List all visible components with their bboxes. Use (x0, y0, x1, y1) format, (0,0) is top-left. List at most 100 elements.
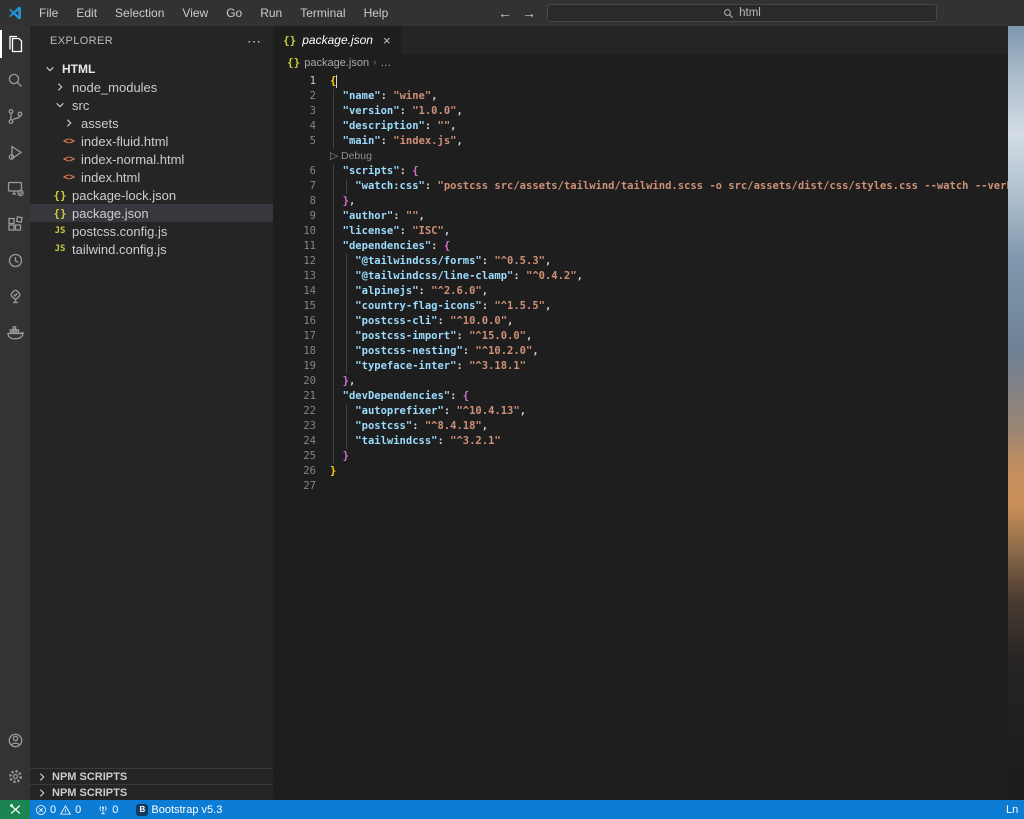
bootstrap-indicator[interactable]: B Bootstrap v5.3 (131, 800, 227, 819)
activity-docker-icon[interactable] (0, 314, 30, 350)
code-text[interactable]: "license": "ISC", (330, 224, 450, 239)
code-text[interactable]: "@tailwindcss/line-clamp": "^0.4.2", (330, 269, 583, 284)
code-text[interactable]: }, (330, 194, 355, 209)
code-line[interactable]: 26} (273, 464, 1008, 479)
tree-item-tailwind-config-js[interactable]: JStailwind.config.js (30, 240, 273, 258)
activity-testing-icon[interactable] (0, 278, 30, 314)
tree-item-package-lock-json[interactable]: {}package-lock.json (30, 186, 273, 204)
code-line[interactable]: 18 "postcss-nesting": "^10.2.0", (273, 344, 1008, 359)
code-text[interactable]: "scripts": { (330, 164, 419, 179)
code-text[interactable]: "version": "1.0.0", (330, 104, 463, 119)
menu-selection[interactable]: Selection (106, 0, 173, 26)
code-text[interactable]: "main": "index.js", (330, 134, 463, 149)
code-text[interactable]: "description": "", (330, 119, 456, 134)
menu-terminal[interactable]: Terminal (291, 0, 354, 26)
section-npm-scripts-2[interactable]: NPM SCRIPTS (30, 784, 273, 800)
section-npm-scripts-1[interactable]: NPM SCRIPTS (30, 768, 273, 784)
tree-item-index-normal-html[interactable]: <>index-normal.html (30, 150, 273, 168)
code-text[interactable]: "@tailwindcss/forms": "^0.5.3", (330, 254, 551, 269)
activity-search-icon[interactable] (0, 62, 30, 98)
tree-item-assets[interactable]: assets (30, 114, 273, 132)
code-text[interactable]: "devDependencies": { (330, 389, 469, 404)
activity-history-icon[interactable] (0, 242, 30, 278)
code-line[interactable]: 2 "name": "wine", (273, 89, 1008, 104)
code-line[interactable]: 4 "description": "", (273, 119, 1008, 134)
code-line[interactable]: 13 "@tailwindcss/line-clamp": "^0.4.2", (273, 269, 1008, 284)
activity-extensions-icon[interactable] (0, 206, 30, 242)
code-line[interactable]: 14 "alpinejs": "^2.6.0", (273, 284, 1008, 299)
tree-item-postcss-config-js[interactable]: JSpostcss.config.js (30, 222, 273, 240)
code-text[interactable]: "tailwindcss": "^3.2.1" (330, 434, 501, 449)
close-icon[interactable]: × (383, 33, 391, 48)
code-line[interactable]: 17 "postcss-import": "^15.0.0", (273, 329, 1008, 344)
activity-source-control-icon[interactable] (0, 98, 30, 134)
code-line[interactable]: 8 }, (273, 194, 1008, 209)
code-text[interactable]: "alpinejs": "^2.6.0", (330, 284, 488, 299)
breadcrumb-file[interactable]: package.json (304, 57, 369, 69)
code-line[interactable]: 7 "watch:css": "postcss src/assets/tailw… (273, 179, 1008, 194)
code-text[interactable]: { (330, 74, 337, 89)
code-line[interactable]: 25 } (273, 449, 1008, 464)
codelens-row[interactable]: ▷ Debug (273, 149, 1008, 164)
code-text[interactable]: "author": "", (330, 209, 425, 224)
menu-file[interactable]: File (30, 0, 67, 26)
code-line[interactable]: 15 "country-flag-icons": "^1.5.5", (273, 299, 1008, 314)
command-center-search[interactable]: html (547, 4, 937, 22)
activity-remote-explorer-icon[interactable] (0, 170, 30, 206)
code-line[interactable]: 3 "version": "1.0.0", (273, 104, 1008, 119)
breadcrumb[interactable]: {} package.json › … (273, 54, 1008, 71)
menu-help[interactable]: Help (355, 0, 398, 26)
tree-item-src[interactable]: src (30, 96, 273, 114)
code-text[interactable]: }, (330, 374, 355, 389)
code-line[interactable]: 20 }, (273, 374, 1008, 389)
code-line[interactable]: 6 "scripts": { (273, 164, 1008, 179)
code-text[interactable]: "dependencies": { (330, 239, 450, 254)
activity-run-and-debug-icon[interactable] (0, 134, 30, 170)
code-line[interactable]: 11 "dependencies": { (273, 239, 1008, 254)
code-text[interactable]: "postcss-nesting": "^10.2.0", (330, 344, 539, 359)
code-text[interactable]: "watch:css": "postcss src/assets/tailwin… (330, 179, 1008, 194)
tree-item-html[interactable]: HTML (30, 60, 273, 78)
activity-explorer-icon[interactable] (0, 26, 30, 62)
code-text[interactable]: "country-flag-icons": "^1.5.5", (330, 299, 551, 314)
activity-accounts-icon[interactable] (0, 722, 30, 758)
activity-settings-icon[interactable] (0, 758, 30, 794)
code-text[interactable]: "typeface-inter": "^3.18.1" (330, 359, 526, 374)
code-text[interactable]: "autoprefixer": "^10.4.13", (330, 404, 526, 419)
problems-indicator[interactable]: 0 0 (30, 800, 86, 819)
code-text[interactable]: } (330, 449, 349, 464)
menu-view[interactable]: View (173, 0, 217, 26)
nav-forward-icon[interactable]: → (522, 5, 536, 21)
ellipsis-icon[interactable]: ⋯ (247, 36, 261, 46)
code-text[interactable]: "postcss": "^8.4.18", (330, 419, 488, 434)
code-line[interactable]: 24 "tailwindcss": "^3.2.1" (273, 434, 1008, 449)
nav-back-icon[interactable]: ← (498, 5, 512, 21)
remote-indicator[interactable] (0, 800, 30, 819)
menu-edit[interactable]: Edit (67, 0, 106, 26)
codelens-debug[interactable]: ▷ Debug (316, 149, 372, 164)
code-text[interactable]: "postcss-cli": "^10.0.0", (330, 314, 513, 329)
breadcrumb-more[interactable]: … (380, 57, 391, 69)
ports-indicator[interactable]: 0 (92, 800, 123, 819)
code-line[interactable]: 16 "postcss-cli": "^10.0.0", (273, 314, 1008, 329)
menu-go[interactable]: Go (217, 0, 251, 26)
code-line[interactable]: 12 "@tailwindcss/forms": "^0.5.3", (273, 254, 1008, 269)
tab-package-json[interactable]: {} package.json × (273, 26, 401, 54)
code-text[interactable]: "postcss-import": "^15.0.0", (330, 329, 532, 344)
menu-run[interactable]: Run (251, 0, 291, 26)
code-line[interactable]: 19 "typeface-inter": "^3.18.1" (273, 359, 1008, 374)
code-text[interactable]: "name": "wine", (330, 89, 438, 104)
code-line[interactable]: 9 "author": "", (273, 209, 1008, 224)
code-line[interactable]: 1{ (273, 74, 1008, 89)
code-line[interactable]: 5 "main": "index.js", (273, 134, 1008, 149)
code-editor[interactable]: 1{2 "name": "wine",3 "version": "1.0.0",… (273, 71, 1008, 494)
code-line[interactable]: 22 "autoprefixer": "^10.4.13", (273, 404, 1008, 419)
code-line[interactable]: 21 "devDependencies": { (273, 389, 1008, 404)
code-text[interactable]: } (330, 464, 336, 479)
code-line[interactable]: 23 "postcss": "^8.4.18", (273, 419, 1008, 434)
cursor-position[interactable]: Ln (1006, 804, 1018, 816)
tree-item-package-json[interactable]: {}package.json (30, 204, 273, 222)
tree-item-index-html[interactable]: <>index.html (30, 168, 273, 186)
tree-item-index-fluid-html[interactable]: <>index-fluid.html (30, 132, 273, 150)
tree-item-node-modules[interactable]: node_modules (30, 78, 273, 96)
